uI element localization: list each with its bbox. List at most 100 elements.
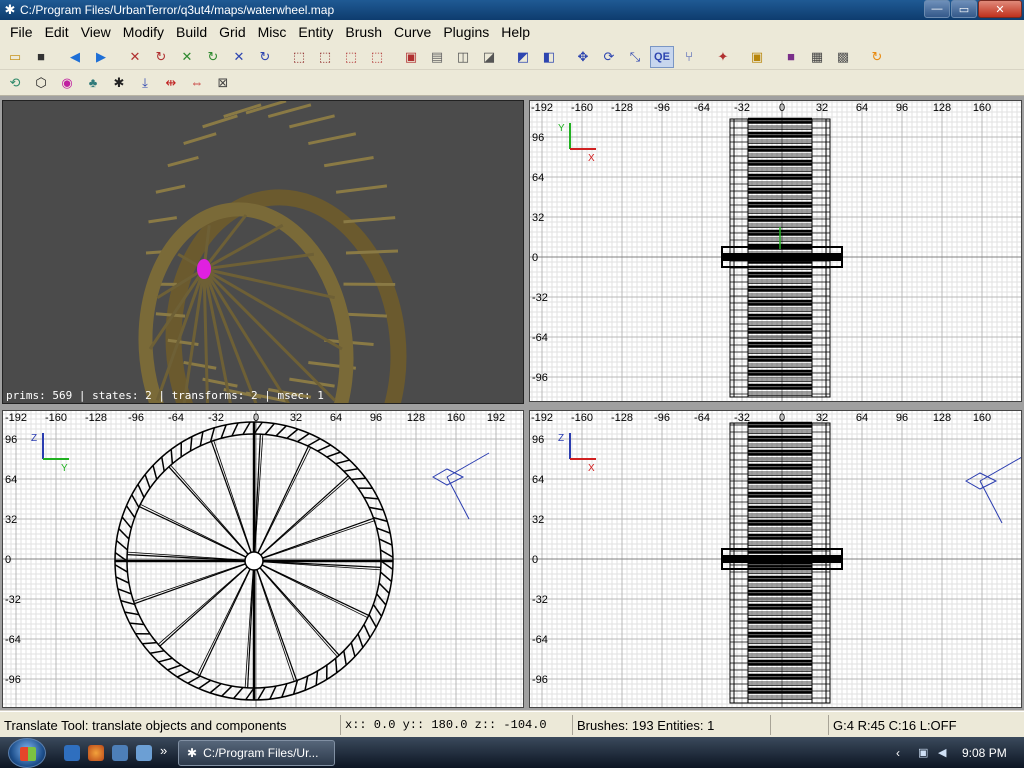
- select-inside-icon[interactable]: ⬚: [366, 46, 388, 68]
- flip-z-icon[interactable]: ✕: [228, 46, 250, 68]
- make-room-icon[interactable]: ◪: [478, 46, 500, 68]
- top-view[interactable]: -192 -160 -128 -96 -64 -32 0 32 64 96 128 160 96 64 32…: [529, 100, 1022, 402]
- x-tick-label: 96: [370, 412, 382, 424]
- volume-icon[interactable]: ◀: [938, 746, 952, 760]
- texture-lock-icon[interactable]: ▩: [832, 46, 854, 68]
- open-icon[interactable]: ▭: [4, 46, 26, 68]
- change-views-icon[interactable]: ◧: [538, 46, 560, 68]
- x-tick-label: 160: [973, 102, 991, 114]
- waterwheel-brushes[interactable]: [721, 421, 843, 704]
- tree-icon[interactable]: ♣: [82, 72, 104, 94]
- axis-label-horizontal: X: [588, 153, 595, 164]
- clipper-icon[interactable]: ◩: [512, 46, 534, 68]
- wheel-paddle: [335, 184, 388, 194]
- bend-icon[interactable]: ⟲: [4, 72, 26, 94]
- split-icon[interactable]: ⇔: [186, 72, 208, 94]
- menu-edit[interactable]: Edit: [39, 24, 75, 40]
- lock-icon[interactable]: ▣: [746, 46, 768, 68]
- y-tick-label: 0: [5, 554, 11, 566]
- wheel-paddle: [308, 132, 357, 146]
- firefox-icon[interactable]: [88, 745, 104, 761]
- scale-icon[interactable]: ⤡: [624, 46, 646, 68]
- cube-icon[interactable]: ■: [780, 46, 802, 68]
- y-tick-label: -64: [5, 634, 21, 646]
- light-entity-gizmo[interactable]: [964, 456, 1022, 524]
- mirror-icon[interactable]: ⇹: [160, 72, 182, 94]
- window-switch-icon[interactable]: [112, 745, 128, 761]
- csg-merge-icon[interactable]: ▤: [426, 46, 448, 68]
- camera-render: [138, 101, 407, 403]
- qe-mode-icon[interactable]: QE: [650, 45, 674, 68]
- patch-texture-icon[interactable]: ✦: [712, 46, 734, 68]
- menu-help[interactable]: Help: [495, 24, 536, 40]
- menu-grid[interactable]: Grid: [213, 24, 251, 40]
- close-button[interactable]: ✕: [978, 0, 1022, 18]
- wheel-paddle: [343, 216, 396, 224]
- x-tick-label: 0: [779, 102, 785, 114]
- network-icon[interactable]: ▣: [918, 746, 932, 760]
- select-complete-tall-icon[interactable]: ⬚: [288, 46, 310, 68]
- make-hollow-icon[interactable]: ◫: [452, 46, 474, 68]
- menu-brush[interactable]: Brush: [339, 24, 388, 40]
- x-tick-label: -32: [734, 412, 750, 424]
- translate-icon[interactable]: ✥: [572, 46, 594, 68]
- side-view[interactable]: -192 -160 -128 -96 -64 -32 0 32 64 96 128 160 192 96 6…: [2, 410, 524, 708]
- select-partial-tall-icon[interactable]: ⬚: [340, 46, 362, 68]
- maximize-button[interactable]: ▭: [951, 0, 977, 18]
- x-tick-label: 160: [447, 412, 465, 424]
- drop-icon[interactable]: ⤓: [134, 72, 156, 94]
- menu-misc[interactable]: Misc: [252, 24, 293, 40]
- taskbar-button-radiant[interactable]: ✱ C:/Program Files/Ur...: [178, 740, 335, 766]
- menu-build[interactable]: Build: [170, 24, 213, 40]
- start-button[interactable]: [8, 738, 46, 768]
- undo-icon[interactable]: ◀: [64, 46, 86, 68]
- cancel-icon[interactable]: ⊠: [212, 72, 234, 94]
- x-tick-label: 128: [407, 412, 425, 424]
- wheel-paddle: [323, 155, 374, 168]
- hexagon-icon[interactable]: ⬡: [30, 72, 52, 94]
- menu-curve[interactable]: Curve: [388, 24, 437, 40]
- select-touching-icon[interactable]: ⬚: [314, 46, 336, 68]
- quicklaunch-more-button[interactable]: »: [160, 743, 167, 758]
- menu-view[interactable]: View: [75, 24, 117, 40]
- x-tick-label: 96: [896, 412, 908, 424]
- rotate-y-icon[interactable]: ↻: [202, 46, 224, 68]
- y-tick-label: 32: [532, 212, 544, 224]
- flip-x-icon[interactable]: ✕: [124, 46, 146, 68]
- status-grid: G:4 R:45 C:16 L:OFF: [828, 715, 1024, 735]
- y-tick-label: 96: [532, 132, 544, 144]
- y-tick-label: -96: [532, 372, 548, 384]
- x-tick-label: -64: [694, 412, 710, 424]
- rotate-icon[interactable]: ⟳: [598, 46, 620, 68]
- texture-icon[interactable]: ▦: [806, 46, 828, 68]
- bug-icon[interactable]: ✱: [108, 72, 130, 94]
- save-icon[interactable]: ■: [30, 46, 52, 68]
- model-icon[interactable]: ◉: [56, 72, 78, 94]
- menu-file[interactable]: File: [4, 24, 39, 40]
- y-tick-label: -64: [532, 332, 548, 344]
- wheel-paddle: [183, 132, 217, 145]
- menu-modify[interactable]: Modify: [117, 24, 170, 40]
- flip-y-icon[interactable]: ✕: [176, 46, 198, 68]
- camera-stats: prims: 569 | states: 2 | transforms: 2 |…: [6, 389, 324, 402]
- redo-icon[interactable]: ▶: [90, 46, 112, 68]
- menu-plugins[interactable]: Plugins: [437, 24, 495, 40]
- taskbar-button-label: C:/Program Files/Ur...: [203, 746, 319, 760]
- x-tick-label: -96: [128, 412, 144, 424]
- vertex-icon[interactable]: ⑂: [678, 46, 700, 68]
- axis-label-vertical: Y: [558, 123, 565, 134]
- explorer-icon[interactable]: [136, 745, 152, 761]
- csg-subtract-icon[interactable]: ▣: [400, 46, 422, 68]
- menu-entity[interactable]: Entity: [292, 24, 339, 40]
- rotate-z-icon[interactable]: ↻: [254, 46, 276, 68]
- camera-view[interactable]: prims: 569 | states: 2 | transforms: 2 |…: [2, 100, 524, 404]
- tray-expand-button[interactable]: ‹: [896, 746, 900, 760]
- refresh-icon[interactable]: ↻: [866, 46, 888, 68]
- clock[interactable]: 9:08 PM: [962, 746, 1007, 760]
- minimize-button[interactable]: —: [924, 0, 950, 18]
- y-tick-label: 96: [5, 434, 17, 446]
- front-view[interactable]: -192 -160 -128 -96 -64 -32 0 32 64 96 128 160 96 64 32…: [529, 410, 1022, 708]
- rotate-x-icon[interactable]: ↻: [150, 46, 172, 68]
- show-desktop-icon[interactable]: [64, 745, 80, 761]
- x-tick-label: -64: [168, 412, 184, 424]
